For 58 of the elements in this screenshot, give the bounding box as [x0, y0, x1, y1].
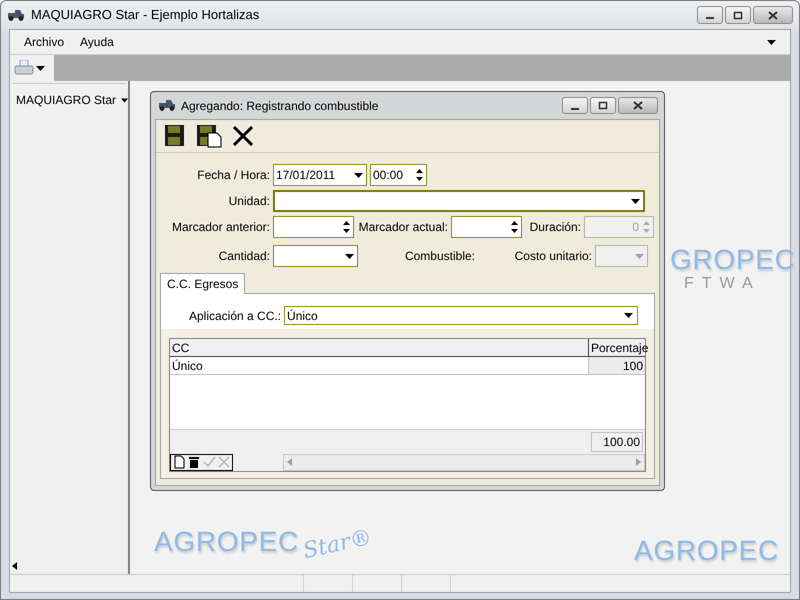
- spinner-arrows-icon[interactable]: [343, 220, 350, 234]
- field-label: Costo unitario:: [514, 248, 592, 265]
- dropdown-arrow-icon[interactable]: [624, 313, 633, 318]
- spinner-field[interactable]: [273, 216, 354, 238]
- spinner-arrows-icon[interactable]: [511, 220, 518, 234]
- date-field[interactable]: 17/01/2011: [273, 164, 367, 186]
- dropdown-arrow-icon[interactable]: [354, 172, 363, 178]
- maximize-button[interactable]: [725, 6, 751, 24]
- minimize-icon: [706, 17, 714, 19]
- logo-text: AGROPEC: [634, 537, 779, 565]
- dropdown-arrow-icon[interactable]: [36, 66, 45, 70]
- combo-box[interactable]: Único: [284, 306, 638, 325]
- logo-text: Star®: [301, 527, 374, 563]
- maximize-icon: [598, 101, 608, 110]
- dropdown-arrow-icon[interactable]: [631, 198, 640, 204]
- spinner-arrows-icon[interactable]: [416, 168, 423, 182]
- logo-text: AGROPEC: [154, 528, 299, 556]
- dialog-title: Agregando: Registrando combustible: [181, 98, 380, 114]
- field-label: Fecha / Hora:: [197, 167, 270, 184]
- minimize-button[interactable]: [697, 6, 723, 24]
- combo-box[interactable]: [273, 190, 645, 212]
- field-label: Duración:: [530, 219, 581, 236]
- window-title: MAQUIAGRO Star - Ejemplo Hortalizas: [31, 6, 260, 24]
- minimize-button[interactable]: [562, 97, 588, 114]
- sidebar-menu-button[interactable]: MAQUIAGRO Star: [10, 91, 128, 109]
- save-copy-icon[interactable]: [196, 124, 222, 148]
- maximize-button[interactable]: [590, 97, 616, 114]
- minimize-icon: [571, 108, 579, 110]
- close-icon: [768, 10, 778, 20]
- dropdown-arrow-icon[interactable]: [345, 254, 354, 258]
- table-cell: 100: [589, 357, 645, 374]
- spinner-field[interactable]: 00:00: [370, 164, 427, 186]
- close-button[interactable]: [753, 6, 793, 24]
- field-label: Cantidad:: [218, 248, 270, 265]
- close-icon: [633, 101, 643, 110]
- maximize-icon: [733, 10, 743, 20]
- tractor-icon: [7, 10, 25, 20]
- logo-subtext: FTWA: [684, 276, 761, 292]
- trash-icon[interactable]: [187, 455, 201, 469]
- dropdown-arrow-icon[interactable]: [767, 40, 776, 44]
- field-label: Combustible:: [404, 248, 475, 265]
- spinner-field[interactable]: [451, 216, 522, 238]
- save-icon[interactable]: [164, 124, 186, 148]
- field-label: Marcador actual:: [358, 219, 448, 236]
- scroll-left-icon[interactable]: [12, 562, 17, 570]
- field-label: Aplicación a CC.:: [189, 308, 282, 324]
- tab[interactable]: C.C. Egresos: [160, 273, 246, 294]
- field-label: Unidad:: [228, 193, 270, 210]
- combo-box[interactable]: [273, 245, 358, 267]
- close-button[interactable]: [618, 97, 658, 114]
- menu-item[interactable]: Ayuda: [80, 33, 114, 51]
- field-label: Marcador anterior:: [172, 219, 270, 236]
- close-icon[interactable]: [232, 126, 254, 146]
- menu-item[interactable]: Archivo: [24, 33, 64, 51]
- tractor-icon: [158, 100, 176, 111]
- total-cell: 100.00: [591, 432, 643, 452]
- new-row-icon[interactable]: [172, 455, 186, 469]
- dropdown-arrow-icon[interactable]: [121, 98, 128, 102]
